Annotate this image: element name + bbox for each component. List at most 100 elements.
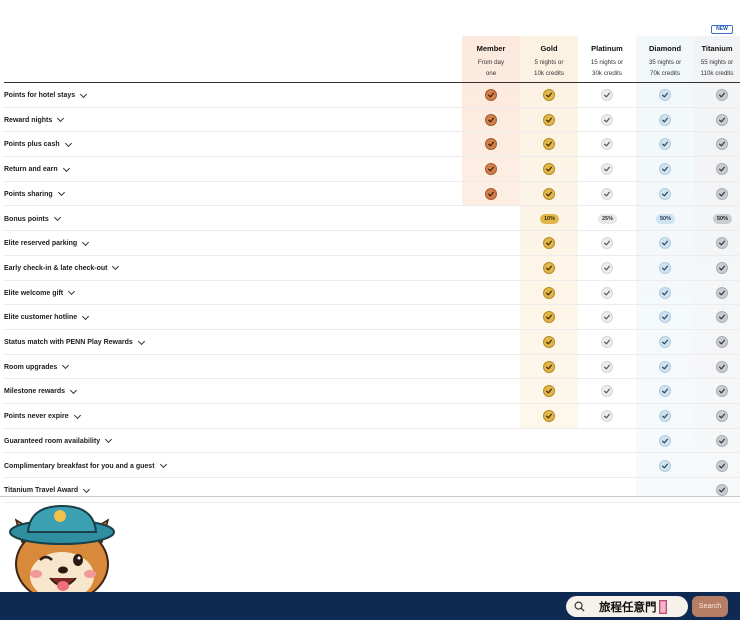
benefit-row[interactable]: Elite welcome gift xyxy=(4,281,740,306)
tier-header-diamond: Diamond 35 nights or 70k credits xyxy=(636,44,694,79)
benefit-label-text: Elite reserved parking xyxy=(4,240,78,248)
benefit-row[interactable]: Bonus points 10% 25% 50% 50% xyxy=(4,207,740,232)
chevron-down-icon[interactable] xyxy=(53,213,61,222)
check-icon xyxy=(716,261,728,274)
chevron-down-icon[interactable] xyxy=(82,238,90,246)
check-icon xyxy=(659,237,671,250)
benefit-row[interactable]: Elite reserved parking xyxy=(4,231,740,256)
check-icon xyxy=(601,385,613,398)
chevron-down-icon[interactable] xyxy=(57,189,65,197)
benefit-label-text: Reward nights xyxy=(4,116,53,124)
tier-name: Titanium xyxy=(701,44,733,53)
check-icon xyxy=(659,459,671,472)
benefit-row[interactable]: Elite customer hotline xyxy=(4,305,740,330)
benefit-label[interactable]: Return and earn xyxy=(4,164,70,173)
benefit-label-text: Status match with PENN Play Rewards xyxy=(4,339,133,346)
chevron-down-icon[interactable] xyxy=(82,312,90,320)
benefit-label[interactable]: Elite customer hotline xyxy=(4,312,90,322)
benefit-row[interactable]: Guaranteed room availability xyxy=(4,429,740,454)
check-icon xyxy=(601,286,613,299)
benefit-row[interactable]: Status match with PENN Play Rewards xyxy=(4,330,740,355)
chevron-down-icon[interactable] xyxy=(57,115,65,123)
chevron-down-icon[interactable] xyxy=(112,263,120,271)
benefit-label[interactable]: Guaranteed room availability xyxy=(4,436,113,445)
benefit-label[interactable]: Elite welcome gift xyxy=(4,288,76,297)
check-icon xyxy=(659,286,671,299)
check-icon xyxy=(659,360,671,373)
check-icon xyxy=(485,113,497,126)
search-button[interactable]: Search xyxy=(692,596,728,617)
benefit-row[interactable]: Points plus cash xyxy=(4,132,740,158)
benefit-label-text: Points for hotel stays xyxy=(4,92,76,99)
check-icon xyxy=(659,410,671,423)
search-input[interactable]: 旅程任意門 xyxy=(566,596,688,617)
chevron-down-icon[interactable] xyxy=(70,386,78,394)
benefit-row[interactable]: Reward nights xyxy=(4,108,740,133)
bonus-percent-badge: 50% xyxy=(713,213,733,224)
benefit-label[interactable]: Points sharing xyxy=(4,189,65,198)
check-icon xyxy=(543,89,555,101)
benefit-label[interactable]: Bonus points xyxy=(4,213,61,223)
check-icon xyxy=(659,261,671,274)
benefit-row[interactable]: Room upgrades xyxy=(4,355,740,380)
benefit-row[interactable]: Points for hotel stays xyxy=(4,83,740,108)
chevron-down-icon[interactable] xyxy=(83,485,91,493)
chevron-down-icon[interactable] xyxy=(80,90,88,98)
benefit-label[interactable]: Points plus cash xyxy=(4,139,72,148)
benefit-row[interactable]: Early check-in & late check-out xyxy=(4,256,740,281)
check-icon xyxy=(543,286,555,299)
tier-header-titanium: Titanium 55 nights or 110k credits xyxy=(694,44,740,79)
benefit-label[interactable]: Status match with PENN Play Rewards xyxy=(4,337,145,346)
chevron-down-icon[interactable] xyxy=(68,288,76,296)
benefit-label[interactable]: Early check-in & late check-out xyxy=(4,263,120,272)
check-icon xyxy=(716,336,728,348)
benefit-label[interactable]: Points never expire xyxy=(4,411,81,421)
check-icon xyxy=(601,336,613,348)
benefit-label[interactable]: Titanium Travel Award xyxy=(4,485,91,494)
benefit-row[interactable]: Milestone rewards xyxy=(4,379,740,405)
check-icon xyxy=(601,410,613,423)
benefit-label[interactable]: Reward nights xyxy=(4,115,65,124)
check-icon xyxy=(716,459,728,472)
check-icon xyxy=(601,360,613,373)
tier-requirement: 15 nights or 30k credits xyxy=(590,59,624,77)
check-icon xyxy=(716,138,728,151)
chevron-down-icon[interactable] xyxy=(62,164,70,172)
benefit-label-text: Points never expire xyxy=(4,413,69,421)
table-bottom-divider xyxy=(0,496,740,497)
check-icon xyxy=(716,113,728,126)
check-icon xyxy=(543,113,555,126)
check-icon xyxy=(659,311,671,324)
benefit-row[interactable]: Points sharing xyxy=(4,182,740,207)
check-icon xyxy=(485,163,497,176)
chevron-down-icon[interactable] xyxy=(159,460,167,469)
chevron-down-icon[interactable] xyxy=(137,337,145,345)
benefit-label[interactable]: Points for hotel stays xyxy=(4,90,88,99)
benefit-label[interactable]: Complimentary breakfast for you and a gu… xyxy=(4,460,167,470)
benefit-label[interactable]: Milestone rewards xyxy=(4,386,78,396)
check-icon xyxy=(659,163,671,176)
benefit-label[interactable]: Room upgrades xyxy=(4,362,70,371)
benefit-row[interactable]: Complimentary breakfast for you and a gu… xyxy=(4,454,740,479)
chevron-down-icon[interactable] xyxy=(105,436,113,444)
check-icon xyxy=(601,89,613,101)
benefit-row[interactable]: Titanium Travel Award xyxy=(4,478,740,503)
check-icon xyxy=(601,163,613,176)
benefit-row[interactable]: Return and earn xyxy=(4,157,740,182)
benefit-row[interactable]: Points never expire xyxy=(4,404,740,429)
check-icon xyxy=(543,138,555,151)
check-icon xyxy=(659,113,671,126)
chevron-down-icon[interactable] xyxy=(62,362,70,370)
benefit-label-text: Guaranteed room availability xyxy=(4,437,101,445)
check-icon xyxy=(716,410,728,423)
tier-requirement: 55 nights or 110k credits xyxy=(700,59,734,77)
benefit-label[interactable]: Elite reserved parking xyxy=(4,238,90,248)
check-icon xyxy=(716,187,728,200)
benefit-label-text: Milestone rewards xyxy=(4,388,66,396)
bonus-percent-badge: 50% xyxy=(656,213,676,224)
check-icon xyxy=(659,89,671,101)
chevron-down-icon[interactable] xyxy=(73,411,81,419)
benefit-label-text: Elite customer hotline xyxy=(4,314,78,322)
chevron-down-icon[interactable] xyxy=(64,139,72,147)
check-icon xyxy=(716,311,728,324)
